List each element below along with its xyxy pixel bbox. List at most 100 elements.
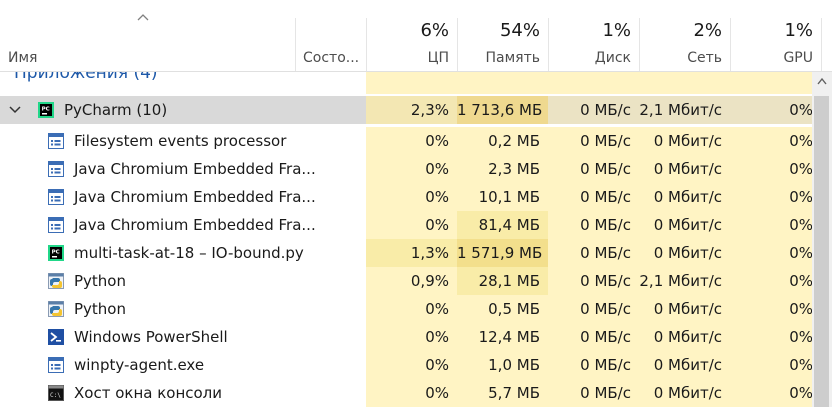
scrollbar-thumb[interactable] — [814, 96, 829, 407]
network-value: 0 Мбит/с — [653, 328, 722, 346]
gpu-value: 0% — [789, 384, 813, 402]
column-divider[interactable] — [821, 18, 822, 72]
app-window-icon — [48, 357, 64, 373]
network-value: 2,1 Мбит/с — [639, 272, 722, 290]
gpu-value: 0% — [789, 160, 813, 178]
memory-value: 10,1 МБ — [478, 188, 540, 206]
scroll-up-arrow-icon[interactable] — [817, 77, 827, 85]
python-icon — [48, 273, 64, 289]
cpu-column-label: ЦП — [427, 50, 449, 66]
process-name: winpty-agent.exe — [74, 356, 205, 374]
disk-value: 0 МБ/с — [580, 132, 631, 150]
network-value: 0 Мбит/с — [653, 300, 722, 318]
process-name: Python — [74, 272, 126, 290]
process-name: Filesystem events processor — [74, 132, 287, 150]
gpu-value: 0% — [789, 132, 813, 150]
app-window-icon — [48, 161, 64, 177]
process-row[interactable]: winpty-agent.exe 0% 1,0 МБ 0 МБ/с 0 Мбит/с 0% — [0, 351, 813, 379]
powershell-icon — [48, 329, 64, 345]
cpu-total-percent: 6% — [420, 20, 449, 41]
cpu-value: 0% — [425, 132, 449, 150]
chevron-down-icon[interactable] — [9, 105, 21, 115]
process-row-pycharm[interactable]: PC PyCharm (10) 2,3% 1 713,6 МБ 0 МБ/с 2… — [0, 96, 813, 124]
app-window-icon — [48, 133, 64, 149]
memory-value: 12,4 МБ — [478, 328, 540, 346]
app-window-icon — [48, 189, 64, 205]
process-row[interactable]: Java Chromium Embedded Fra... 0% 10,1 МБ 0 … — [0, 183, 813, 211]
disk-value: 0 МБ/с — [580, 160, 631, 178]
network-value: 2,1 Мбит/с — [639, 101, 722, 119]
memory-value: 1,0 МБ — [488, 356, 540, 374]
disk-value: 0 МБ/с — [580, 244, 631, 262]
gpu-value: 0% — [789, 216, 813, 234]
process-row[interactable]: Java Chromium Embedded Fra... 0% 81,4 МБ 0 … — [0, 211, 813, 239]
app-window-icon — [48, 217, 64, 233]
cpu-value: 0% — [425, 356, 449, 374]
column-header-name[interactable]: Имя — [8, 50, 37, 66]
memory-value: 28,1 МБ — [478, 272, 540, 290]
memory-total-percent: 54% — [499, 20, 540, 41]
network-value: 0 Мбит/с — [653, 244, 722, 262]
network-value: 0 Мбит/с — [653, 356, 722, 374]
network-value: 0 Мбит/с — [653, 132, 722, 150]
pycharm-icon: PC — [38, 102, 54, 118]
cpu-value: 0% — [425, 216, 449, 234]
disk-value: 0 МБ/с — [580, 216, 631, 234]
network-value: 0 Мбит/с — [653, 188, 722, 206]
process-name: Java Chromium Embedded Fra... — [74, 188, 316, 206]
network-value: 0 Мбит/с — [653, 384, 722, 402]
gpu-column-label: GPU — [783, 50, 813, 66]
disk-column-label: Диск — [594, 50, 631, 66]
disk-value: 0 МБ/с — [580, 384, 631, 402]
network-value: 0 Мбит/с — [653, 160, 722, 178]
disk-value: 0 МБ/с — [580, 101, 631, 119]
cpu-value: 0% — [425, 300, 449, 318]
python-icon — [48, 301, 64, 317]
process-row[interactable]: Java Chromium Embedded Fra... 0% 2,3 МБ 0 М… — [0, 155, 813, 183]
cpu-value: 0% — [425, 160, 449, 178]
memory-value: 81,4 МБ — [478, 216, 540, 234]
gpu-value: 0% — [789, 356, 813, 374]
memory-value: 0,2 МБ — [488, 132, 540, 150]
column-header-status[interactable]: Состо... — [303, 50, 359, 66]
console-icon: C:\ — [48, 385, 64, 401]
memory-column-label: Память — [485, 50, 541, 66]
svg-text:C:\: C:\ — [50, 392, 61, 399]
column-header-bar: Имя Состо... 6% ЦП 54% Память 1% Диск 2%… — [0, 0, 832, 72]
process-row[interactable]: Python 0,9% 28,1 МБ 0 МБ/с 2,1 Мбит/с 0% — [0, 267, 813, 295]
disk-value: 0 МБ/с — [580, 188, 631, 206]
process-name: Java Chromium Embedded Fra... — [74, 160, 316, 178]
process-row[interactable]: C:\ Хост окна консоли 0% 5,7 МБ 0 МБ/с 0 Мбит… — [0, 379, 813, 407]
cpu-value: 0% — [425, 328, 449, 346]
gpu-value: 0% — [789, 101, 813, 119]
disk-total-percent: 1% — [602, 20, 631, 41]
memory-value: 1 571,9 МБ — [457, 244, 543, 262]
process-name: Python — [74, 300, 126, 318]
cpu-value: 1,3% — [410, 244, 449, 262]
cpu-value: 0,9% — [410, 272, 449, 290]
svg-text:PC: PC — [52, 250, 60, 256]
disk-value: 0 МБ/с — [580, 356, 631, 374]
network-total-percent: 2% — [693, 20, 722, 41]
process-row[interactable]: Windows PowerShell 0% 12,4 МБ 0 МБ/с 0 Мбит/… — [0, 323, 813, 351]
process-name: PyCharm (10) — [64, 101, 168, 119]
gpu-value: 0% — [789, 272, 813, 290]
disk-value: 0 МБ/с — [580, 272, 631, 290]
svg-text:PC: PC — [42, 107, 50, 113]
process-row[interactable]: Python 0% 0,5 МБ 0 МБ/с 0 Мбит/с 0% — [0, 295, 813, 323]
cpu-value: 0% — [425, 188, 449, 206]
gpu-value: 0% — [789, 188, 813, 206]
process-name: Windows PowerShell — [74, 328, 228, 346]
memory-value: 2,3 МБ — [488, 160, 540, 178]
column-divider[interactable] — [295, 18, 296, 72]
disk-value: 0 МБ/с — [580, 328, 631, 346]
memory-value: 1 713,6 МБ — [457, 101, 543, 119]
memory-value: 0,5 МБ — [488, 300, 540, 318]
process-name: Хост окна консоли — [74, 384, 223, 402]
group-header-row[interactable]: Приложения (4) — [0, 72, 812, 94]
process-row[interactable]: PC multi-task-at-18 – IO-bound.py 1,3% 1 57… — [0, 239, 813, 267]
process-row[interactable]: Filesystem events processor 0% 0,2 МБ 0 МБ/… — [0, 127, 813, 155]
group-header-heat — [366, 72, 812, 94]
pycharm-icon: PC — [48, 245, 64, 261]
cpu-value: 2,3% — [410, 101, 449, 119]
